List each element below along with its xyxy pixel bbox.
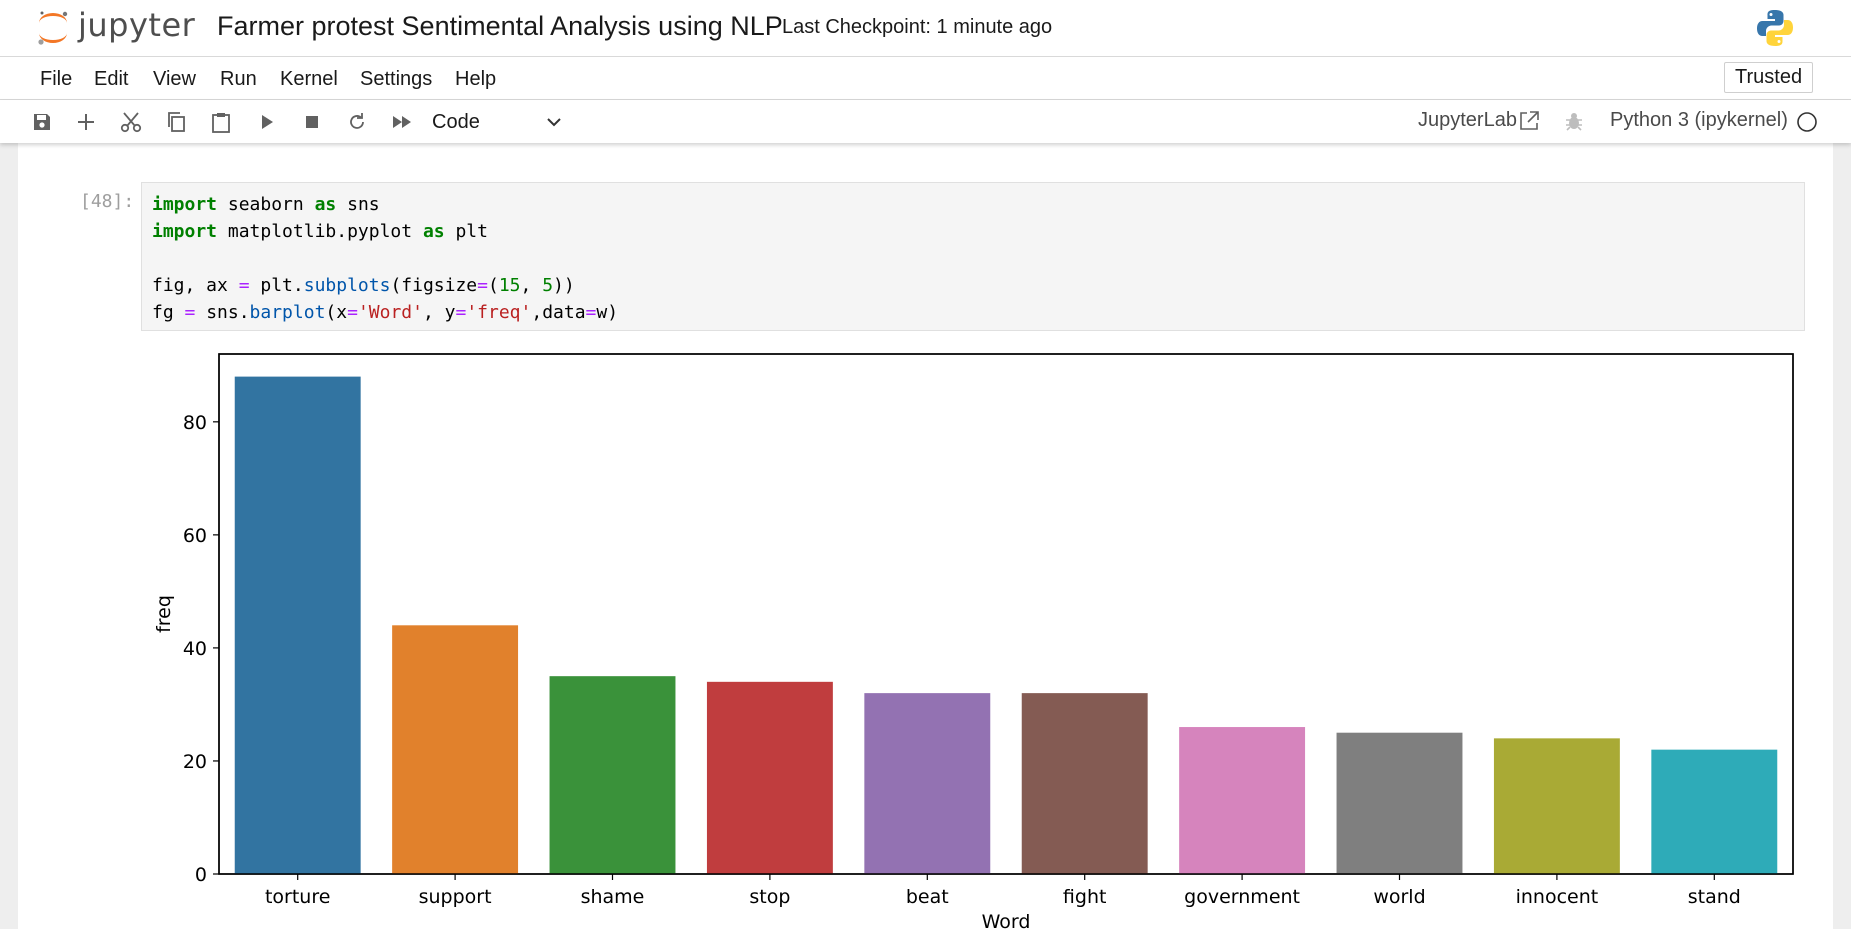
jupyter-logo[interactable]: jupyter [36, 6, 195, 50]
play-icon [262, 115, 273, 129]
insert-cell-button[interactable] [73, 109, 99, 135]
code-line: import matplotlib.pyplot as plt [152, 221, 488, 242]
last-checkpoint: Last Checkpoint: 1 minute ago [782, 16, 1053, 38]
paste-button[interactable] [208, 109, 234, 135]
open-jupyterlab-link[interactable]: JupyterLab [1418, 109, 1517, 132]
notebook-header: jupyter Farmer protest Sentimental Analy… [0, 0, 1851, 57]
cell-type-value: Code [432, 111, 480, 133]
copy-icon [168, 112, 185, 132]
plus-icon [78, 114, 94, 130]
notebook-title[interactable]: Farmer protest Sentimental Analysis usin… [217, 11, 783, 42]
run-cell-button[interactable] [254, 109, 280, 135]
menu-help[interactable]: Help [455, 68, 496, 91]
refresh-icon [350, 113, 364, 129]
kernel-idle-status-icon [1797, 112, 1817, 132]
python-logo-icon [1754, 7, 1796, 54]
restart-kernel-button[interactable] [344, 109, 370, 135]
restart-run-all-button[interactable] [389, 109, 415, 135]
code-line: fg = sns.barplot(x='Word', y='freq',data… [152, 302, 619, 323]
menu-run[interactable]: Run [220, 68, 257, 91]
save-icon [34, 114, 50, 130]
cell-type-select[interactable]: Code [432, 107, 562, 137]
kernel-name[interactable]: Python 3 (ipykernel) [1610, 109, 1788, 132]
copy-button[interactable] [163, 109, 189, 135]
jupyter-logo-icon [38, 11, 68, 45]
code-line: fig, ax = plt.subplots(figsize=(15, 5)) [152, 275, 575, 296]
menu-edit[interactable]: Edit [94, 68, 128, 91]
external-link-icon[interactable] [1518, 110, 1540, 132]
code-line: import seaborn as sns [152, 194, 380, 215]
interrupt-kernel-button[interactable] [299, 109, 325, 135]
menu-kernel[interactable]: Kernel [280, 68, 338, 91]
trusted-indicator[interactable]: Trusted [1724, 62, 1814, 93]
clipboard-icon [212, 113, 230, 133]
debugger-bug-icon[interactable] [1564, 111, 1584, 131]
jupyter-logo-text: jupyter [78, 6, 196, 44]
cell-execution-prompt: [48]: [80, 191, 135, 212]
menu-settings[interactable]: Settings [360, 68, 432, 91]
chevron-down-icon [547, 118, 561, 127]
fast-forward-icon [393, 116, 411, 128]
menubar: File Edit View Run Kernel Settings Help … [0, 57, 1851, 100]
stop-icon [306, 116, 318, 128]
cut-button[interactable] [118, 109, 144, 135]
code-cell-input[interactable]: import seaborn as sns import matplotlib.… [141, 182, 1805, 331]
scissors-icon [120, 112, 142, 133]
save-button[interactable] [29, 109, 55, 135]
menu-view[interactable]: View [153, 68, 196, 91]
menu-file[interactable]: File [40, 68, 72, 91]
notebook-toolbar: Code JupyterLab Python 3 (ipykernel) [0, 100, 1851, 143]
